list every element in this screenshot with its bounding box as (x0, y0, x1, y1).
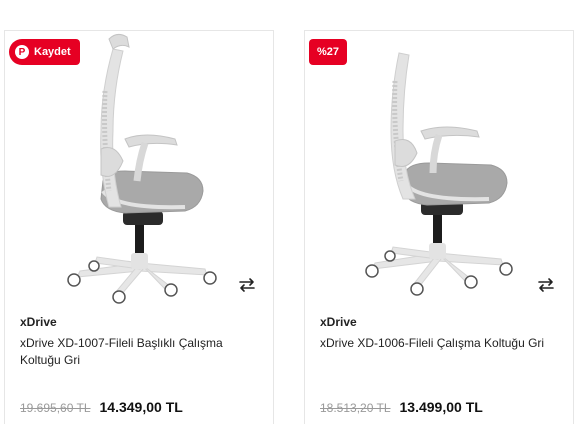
compare-button[interactable] (237, 275, 257, 295)
compare-button[interactable] (536, 275, 556, 295)
swap-arrows-icon (538, 278, 554, 292)
product-brand[interactable]: xDrive (320, 315, 357, 329)
product-card[interactable]: P Kaydet xDrive xDrive XD-1007-Fileli Ba… (4, 30, 274, 424)
current-price: 13.499,00 TL (399, 399, 483, 415)
current-price: 14.349,00 TL (99, 399, 183, 415)
pinterest-save-button[interactable]: P Kaydet (9, 39, 80, 65)
discount-badge: %27 (309, 39, 348, 65)
product-brand[interactable]: xDrive (20, 315, 57, 329)
price-block: 18.513,20 TL 13.499,00 TL (320, 399, 483, 415)
product-image[interactable] (5, 31, 275, 311)
old-price: 18.513,20 TL (320, 401, 391, 415)
product-card[interactable]: %27 xDrive xDrive XD-1006-Fileli Çalışma… (304, 30, 574, 424)
product-title[interactable]: xDrive XD-1006-Fileli Çalışma Koltuğu Gr… (320, 335, 560, 352)
product-title[interactable]: xDrive XD-1007-Fileli Başlıklı Çalışma K… (20, 335, 260, 369)
product-image[interactable] (305, 31, 575, 311)
save-label: Kaydet (34, 46, 71, 58)
swap-arrows-icon (239, 278, 255, 292)
price-block: 19.695,60 TL 14.349,00 TL (20, 399, 183, 415)
old-price: 19.695,60 TL (20, 401, 91, 415)
pinterest-icon: P (15, 45, 29, 59)
